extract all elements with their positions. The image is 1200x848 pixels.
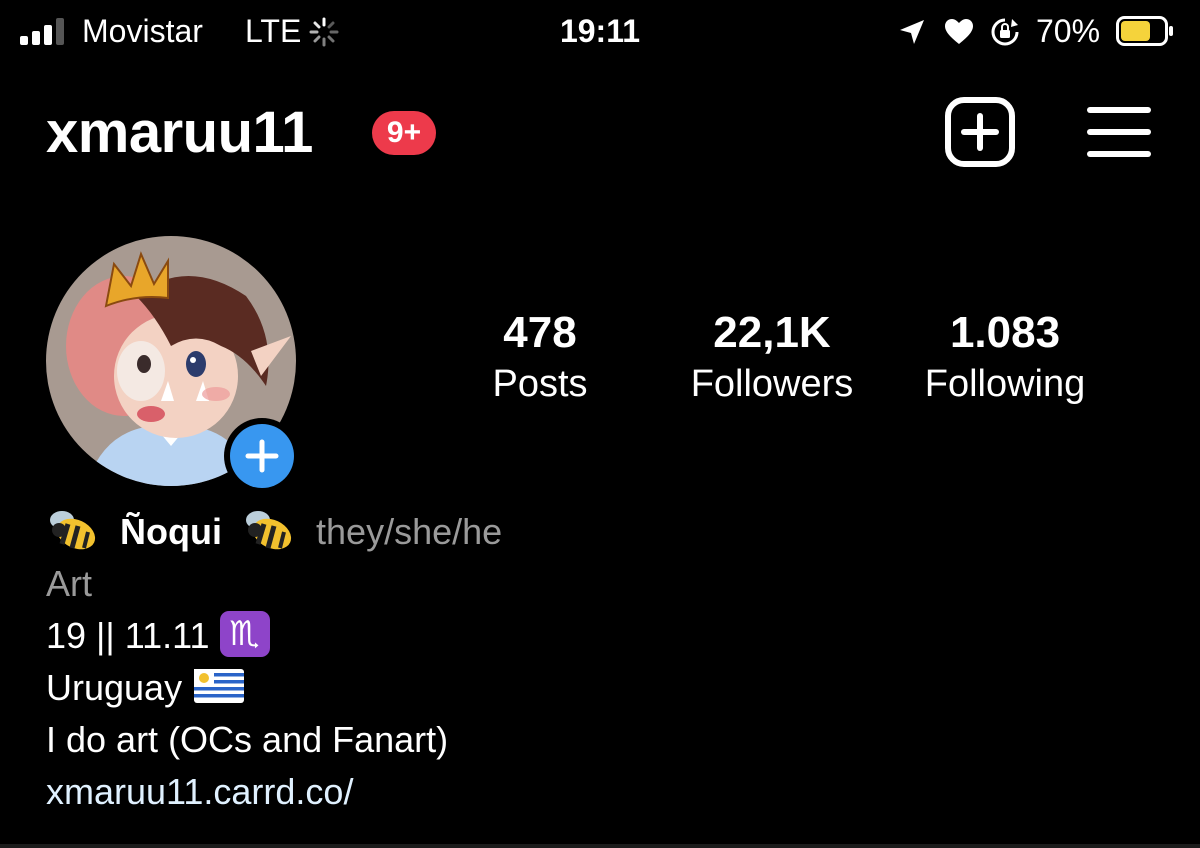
carrier-name: Movistar xyxy=(82,13,203,49)
following-stat[interactable]: 1.083 Following xyxy=(900,306,1110,408)
pronouns: they/she/he xyxy=(316,511,503,552)
hamburger-menu-icon[interactable] xyxy=(1086,104,1152,160)
scorpio-emoji: ♏ xyxy=(219,611,270,658)
following-label: Following xyxy=(924,363,1086,405)
status-clock: 19:11 xyxy=(559,13,641,49)
bee-emoji xyxy=(246,511,292,550)
heart-icon xyxy=(945,19,973,44)
name-line: Ñoqui they/she/he xyxy=(46,506,1146,558)
followers-stat[interactable]: 22,1K Followers xyxy=(672,306,872,408)
loading-spinner-icon xyxy=(309,17,339,47)
bio-age-text: 19 || 11.11 xyxy=(46,615,210,656)
display-name: Ñoqui xyxy=(120,511,222,552)
network-type: LTE xyxy=(245,13,302,49)
header-username[interactable]: xmaruu11 xyxy=(46,98,313,168)
orientation-lock-icon xyxy=(991,18,1019,46)
bio-line-country: Uruguay xyxy=(46,662,1146,714)
battery-icon xyxy=(1116,16,1173,46)
bio-line-age: 19 || 11.11 ♏ xyxy=(46,610,1146,662)
followers-count: 22,1K xyxy=(713,308,831,357)
add-story-button[interactable] xyxy=(224,418,300,494)
battery-percent: 70% xyxy=(1036,13,1101,49)
profile-bio: Ñoqui they/she/he Art 19 || 11.11 ♏ Urugu… xyxy=(46,506,1146,818)
notification-badge[interactable]: 9+ xyxy=(372,111,436,155)
bio-country-text: Uruguay xyxy=(46,667,183,708)
location-arrow-icon xyxy=(900,20,924,44)
posts-count: 478 xyxy=(503,308,577,357)
posts-label: Posts xyxy=(492,363,588,405)
plus-icon xyxy=(245,439,279,473)
posts-stat[interactable]: 478 Posts xyxy=(460,306,620,408)
uruguay-flag-emoji xyxy=(194,669,245,704)
following-count: 1.083 xyxy=(949,308,1061,357)
status-bar: Movistar LTE 19:11 70% xyxy=(0,0,1200,64)
signal-icon xyxy=(20,17,68,45)
bio-description: I do art (OCs and Fanart) xyxy=(46,719,449,760)
add-post-icon[interactable] xyxy=(944,96,1016,168)
divider xyxy=(0,844,1200,848)
bio-link[interactable]: xmaruu11.carrd.co/ xyxy=(46,766,1146,818)
category-label: Art xyxy=(46,563,93,604)
bee-emoji xyxy=(50,511,96,550)
followers-label: Followers xyxy=(690,363,854,405)
